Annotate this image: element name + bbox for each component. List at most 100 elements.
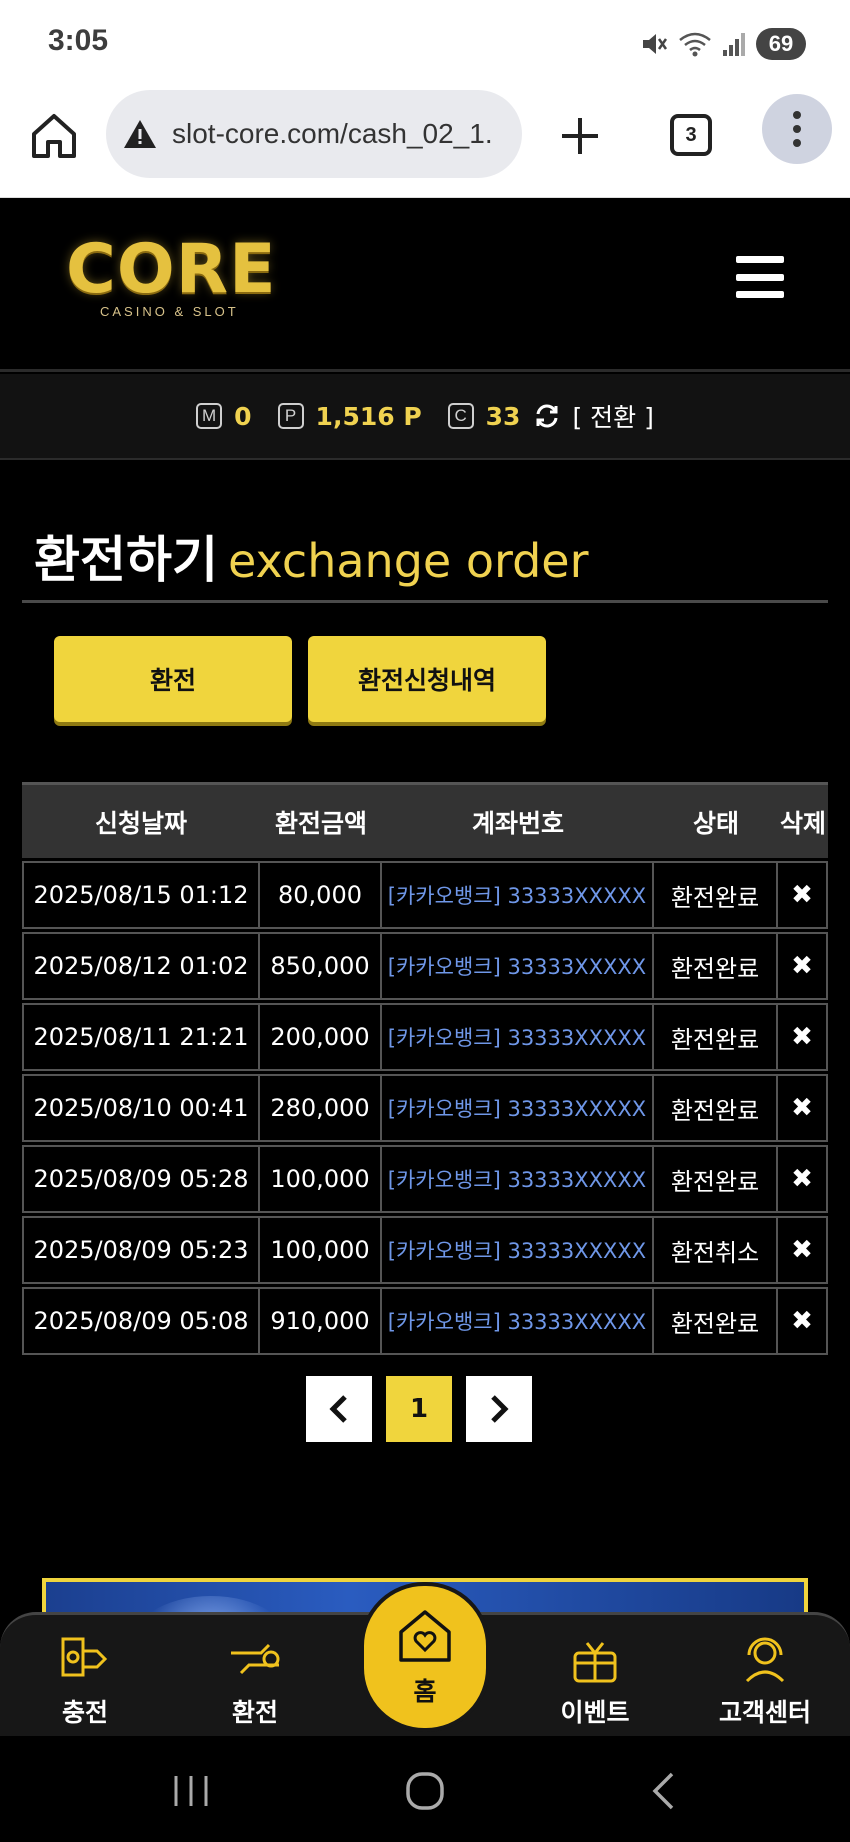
table-row: 2025/08/12 01:02 850,000 [카카오뱅크] 33333XX… — [22, 932, 828, 1000]
nav-exchange[interactable]: 환전 — [190, 1631, 320, 1729]
money-badge-icon: M — [196, 403, 223, 429]
cell-amount: 850,000 — [260, 932, 382, 1000]
nav-charge[interactable]: 충전 — [20, 1631, 150, 1729]
table-row: 2025/08/15 01:12 80,000 [카카오뱅크] 33333XXX… — [22, 861, 828, 929]
table-row: 2025/08/09 05:23 100,000 [카카오뱅크] 33333XX… — [22, 1216, 828, 1284]
pagination: 1 — [306, 1376, 532, 1442]
warning-icon[interactable] — [122, 118, 158, 150]
delete-icon[interactable]: ✖ — [778, 1074, 828, 1142]
cell-amount: 910,000 — [260, 1287, 382, 1355]
site-header: CORE CASINO & SLOT — [0, 198, 850, 372]
delete-icon[interactable]: ✖ — [778, 1216, 828, 1284]
back-icon[interactable] — [640, 1766, 690, 1816]
coin-value: 33 — [485, 401, 521, 431]
cell-account: [카카오뱅크] 33333XXXXX — [382, 861, 654, 929]
cell-amount: 100,000 — [260, 1145, 382, 1213]
cell-date: 2025/08/09 05:08 — [22, 1287, 260, 1355]
tab-switcher-button[interactable]: 3 — [670, 114, 712, 156]
cell-date: 2025/08/09 05:28 — [22, 1145, 260, 1213]
table-row: 2025/08/11 21:21 200,000 [카카오뱅크] 33333XX… — [22, 1003, 828, 1071]
recent-apps-icon[interactable] — [166, 1766, 216, 1816]
cell-status: 환전완료 — [654, 1074, 778, 1142]
chevron-right-icon — [491, 1395, 509, 1423]
nav-exchange-label: 환전 — [231, 1698, 278, 1727]
header-status: 상태 — [692, 808, 739, 838]
nav-charge-label: 충전 — [61, 1698, 108, 1727]
point-badge-icon: P — [277, 403, 304, 429]
site-logo[interactable]: CORE CASINO & SLOT — [66, 234, 276, 324]
title-divider — [22, 600, 828, 603]
table-row: 2025/08/09 05:08 910,000 [카카오뱅크] 33333XX… — [22, 1287, 828, 1355]
table-row: 2025/08/10 00:41 280,000 [카카오뱅크] 33333XX… — [22, 1074, 828, 1142]
browser-menu-button[interactable] — [762, 94, 832, 164]
cell-status: 환전완료 — [654, 1003, 778, 1071]
page-1-button[interactable]: 1 — [386, 1376, 452, 1442]
mute-icon — [643, 34, 668, 54]
cell-date: 2025/08/10 00:41 — [22, 1074, 260, 1142]
url-text[interactable]: slot-core.com/cash_02_1. — [172, 118, 493, 150]
refresh-icon[interactable] — [534, 403, 560, 429]
nav-support[interactable]: 고객센터 — [700, 1631, 830, 1729]
nav-event[interactable]: 이벤트 — [530, 1631, 660, 1729]
exchange-table: 신청날짜 환전금액 계좌번호 상태 삭제 2025/08/15 01:12 80… — [22, 782, 828, 1355]
cell-amount: 80,000 — [260, 861, 382, 929]
nav-home[interactable]: 홈 — [360, 1582, 490, 1732]
delete-icon[interactable]: ✖ — [778, 1145, 828, 1213]
prev-page-button[interactable] — [306, 1376, 372, 1442]
cell-date: 2025/08/11 21:21 — [22, 1003, 260, 1071]
nav-home-label: 홈 — [413, 1677, 437, 1706]
cell-status: 환전완료 — [654, 861, 778, 929]
new-tab-icon[interactable] — [558, 110, 602, 162]
system-nav-bar — [0, 1736, 850, 1842]
table-row: 2025/08/09 05:28 100,000 [카카오뱅크] 33333XX… — [22, 1145, 828, 1213]
cell-account: [카카오뱅크] 33333XXXXX — [382, 1287, 654, 1355]
status-time: 3:05 — [48, 24, 109, 57]
point-bar: M 0 P 1,516 P C 33 [ 전환 ] — [0, 374, 850, 460]
delete-icon[interactable]: ✖ — [778, 861, 828, 929]
exchange-icon — [231, 1643, 280, 1675]
cell-amount: 100,000 — [260, 1216, 382, 1284]
switch-link[interactable]: [ 전환 ] — [572, 398, 653, 434]
hamburger-menu-icon[interactable] — [736, 256, 784, 298]
point-value: 1,516 P — [315, 401, 422, 431]
browser-toolbar: slot-core.com/cash_02_1. 3 — [0, 86, 850, 198]
chevron-left-icon — [329, 1395, 347, 1423]
cell-account: [카카오뱅크] 33333XXXXX — [382, 932, 654, 1000]
cell-date: 2025/08/15 01:12 — [22, 861, 260, 929]
address-bar[interactable]: slot-core.com/cash_02_1. — [106, 90, 522, 178]
system-home-icon[interactable] — [400, 1766, 450, 1816]
status-bar: 3:05 69 — [0, 0, 850, 86]
table-header: 신청날짜 환전금액 계좌번호 상태 삭제 — [22, 782, 828, 858]
exchange-history-button[interactable]: 환전신청내역 — [308, 636, 546, 722]
signal-icon — [723, 33, 745, 56]
home-heart-icon — [399, 1610, 451, 1662]
cell-status: 환전취소 — [654, 1216, 778, 1284]
header-account: 계좌번호 — [471, 808, 564, 838]
logo-subtitle: CASINO & SLOT — [100, 304, 239, 319]
logo-text: CORE — [66, 230, 277, 309]
cell-amount: 200,000 — [260, 1003, 382, 1071]
status-icons: 69 — [640, 26, 806, 62]
nav-event-label: 이벤트 — [560, 1698, 630, 1727]
cell-status: 환전완료 — [654, 932, 778, 1000]
next-page-button[interactable] — [466, 1376, 532, 1442]
cell-date: 2025/08/09 05:23 — [22, 1216, 260, 1284]
headset-icon — [745, 1637, 785, 1683]
home-icon[interactable] — [28, 110, 80, 162]
page-title-korean: 환전하기 — [34, 531, 218, 589]
delete-icon[interactable]: ✖ — [778, 1003, 828, 1071]
exchange-button[interactable]: 환전 — [54, 636, 292, 722]
gift-icon — [573, 1642, 617, 1683]
cell-amount: 280,000 — [260, 1074, 382, 1142]
cell-account: [카카오뱅크] 33333XXXXX — [382, 1003, 654, 1071]
page-title-english: exchange order — [228, 534, 589, 588]
header-amount: 환전금액 — [274, 808, 367, 838]
wifi-icon — [679, 32, 711, 57]
cell-account: [카카오뱅크] 33333XXXXX — [382, 1074, 654, 1142]
header-delete: 삭제 — [779, 808, 826, 838]
battery-indicator: 69 — [756, 28, 806, 60]
nav-support-label: 고객센터 — [718, 1698, 811, 1727]
delete-icon[interactable]: ✖ — [778, 932, 828, 1000]
money-value: 0 — [234, 401, 252, 431]
delete-icon[interactable]: ✖ — [778, 1287, 828, 1355]
